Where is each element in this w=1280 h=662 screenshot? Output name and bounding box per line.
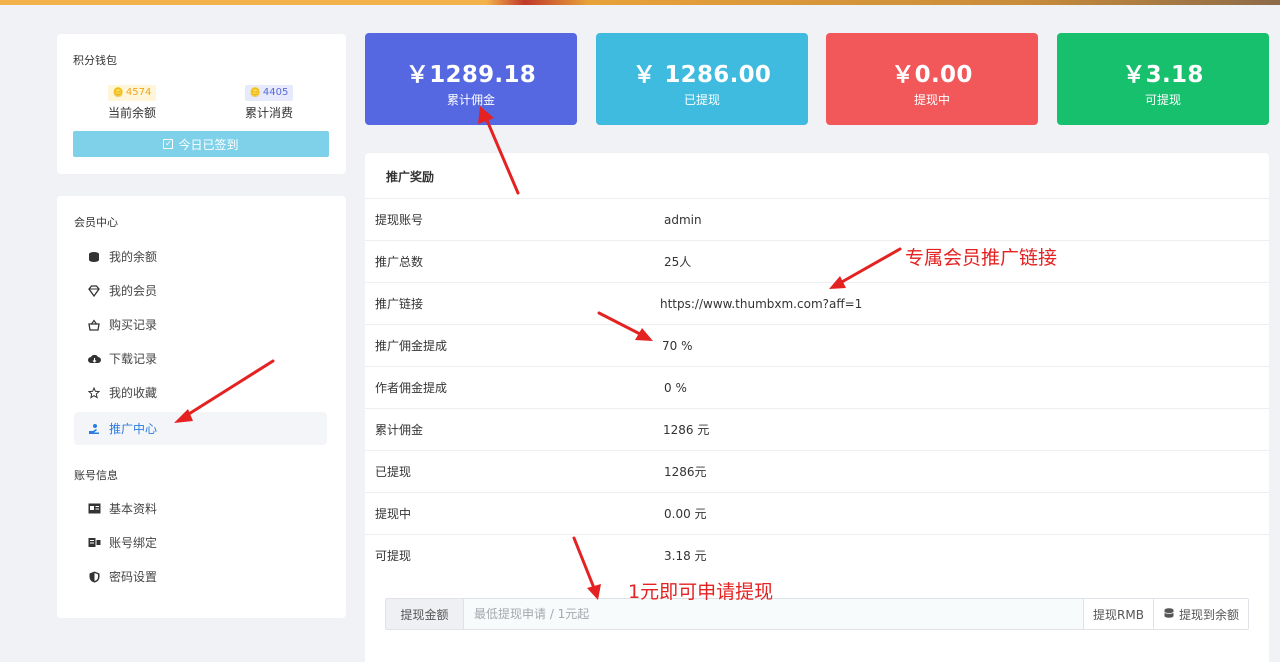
sidebar-item-label: 我的余额: [109, 250, 158, 264]
row-key: 提现账号: [375, 213, 424, 227]
row-value: 1286 元: [663, 423, 710, 437]
sidebar-item-label: 购买记录: [109, 318, 158, 332]
spent-stat: 🪙 4405 累计消费: [214, 80, 324, 121]
promo-link-annotation: 专属会员推广链接: [905, 247, 1058, 269]
balance-badge: 🪙 4574: [107, 85, 157, 101]
sidebar-item-balance[interactable]: 我的余额: [74, 240, 327, 273]
row-key: 已提现: [375, 465, 412, 479]
sidebar-item-favorites[interactable]: 我的收藏: [74, 376, 327, 409]
signin-label: 今日已签到: [178, 137, 239, 152]
table-row: 提现中 0.00 元: [365, 492, 1269, 534]
sidebar-item-label: 推广中心: [109, 422, 158, 436]
shield-icon: [87, 570, 101, 584]
coins-icon: 🪙: [112, 88, 124, 98]
tile-label: 可提现: [1144, 93, 1181, 107]
tile-label: 已提现: [683, 93, 720, 107]
withdraw-form: 提现金额 提现RMB 提现到余额: [385, 598, 1249, 630]
row-key: 推广佣金提成: [375, 339, 448, 353]
table-row: 累计佣金 1286 元: [365, 408, 1269, 450]
sidebar-item-label: 我的会员: [109, 284, 158, 298]
table-row: 推广佣金提成 70 %: [365, 324, 1269, 366]
promotion-rewards-panel: 推广奖励 提现账号 admin 推广总数 25人 推广链接 https://ww…: [365, 153, 1269, 662]
signin-button[interactable]: ✓ 今日已签到: [73, 131, 329, 157]
sidebar-item-purchases[interactable]: 购买记录: [74, 308, 327, 341]
balance-label: 当前余额: [107, 106, 156, 120]
sidebar-item-profile[interactable]: 基本资料: [74, 492, 327, 525]
row-key: 可提现: [375, 549, 412, 563]
row-value: 3.18 元: [664, 549, 707, 563]
tile-withdrawn: ￥ 1286.00 已提现: [596, 33, 808, 125]
sidebar-item-downloads[interactable]: 下载记录: [74, 342, 327, 375]
row-key: 作者佣金提成: [375, 381, 448, 395]
table-row: 作者佣金提成 0 %: [365, 366, 1269, 408]
balance-value: 4574: [125, 87, 152, 98]
balance-stat: 🪙 4574 当前余额: [77, 80, 187, 121]
basket-icon: [87, 318, 101, 332]
row-key: 推广总数: [375, 255, 424, 269]
cloud-download-icon: [87, 352, 101, 366]
tile-amount: ￥3.18: [1122, 62, 1204, 88]
checkbox-icon: ✓: [163, 139, 174, 149]
tile-label: 累计佣金: [446, 93, 495, 107]
row-key: 推广链接: [375, 297, 424, 311]
min-withdraw-annotation: 1元即可申请提现: [628, 581, 774, 603]
wallet-icon: [87, 250, 101, 264]
sidebar-item-promotion[interactable]: 推广中心: [74, 412, 327, 445]
withdraw-rmb-button[interactable]: 提现RMB: [1083, 599, 1153, 629]
button-label: 提现RMB: [1093, 607, 1144, 622]
account-section-title: 账号信息: [74, 469, 118, 482]
sidebar-item-binding[interactable]: 账号绑定: [74, 526, 327, 559]
promotion-link[interactable]: https://www.thumbxm.com?aff=1: [660, 297, 862, 311]
tile-withdrawable: ￥3.18 可提现: [1057, 33, 1269, 125]
row-value: 25人: [664, 255, 692, 269]
tile-amount: ￥0.00: [891, 62, 973, 88]
tile-label: 提现中: [913, 93, 950, 107]
table-row: 推广链接 https://www.thumbxm.com?aff=1: [365, 282, 1269, 324]
panel-title: 推广奖励: [386, 170, 435, 184]
table-row: 提现账号 admin: [365, 198, 1269, 240]
sidebar-menu: 会员中心 我的余额 我的会员 购买记录 下载记录 我的收藏 推广中心 账号信息 …: [57, 196, 346, 618]
sidebar-item-label: 账号绑定: [109, 536, 158, 550]
tile-amount: ￥ 1286.00: [632, 62, 772, 88]
withdraw-to-balance-button[interactable]: 提现到余额: [1152, 599, 1248, 629]
row-value: 1286元: [664, 465, 707, 479]
tile-withdrawing: ￥0.00 提现中: [826, 33, 1038, 125]
button-label: 提现到余额: [1178, 607, 1239, 622]
row-key: 累计佣金: [375, 423, 424, 437]
coins-icon: [1163, 607, 1175, 622]
link-icon: [87, 536, 101, 550]
sidebar-item-label: 我的收藏: [109, 386, 158, 400]
spent-label: 累计消费: [244, 106, 293, 120]
sidebar-item-membership[interactable]: 我的会员: [74, 274, 327, 307]
diamond-icon: [87, 284, 101, 298]
star-icon: [87, 386, 101, 400]
coins-icon: 🪙: [249, 88, 261, 98]
spent-value: 4405: [262, 87, 289, 98]
row-value: 0 %: [664, 380, 687, 395]
withdraw-amount-input[interactable]: [464, 599, 1084, 629]
wallet-title: 积分钱包: [73, 54, 117, 67]
row-value: admin: [664, 212, 702, 227]
id-card-icon: [87, 502, 101, 516]
share-icon: [87, 422, 101, 436]
withdraw-amount-label: 提现金额: [386, 599, 464, 629]
tile-total-commission: ￥1289.18 累计佣金: [365, 33, 577, 125]
sidebar-item-label: 下载记录: [109, 352, 158, 366]
top-banner-strip: [0, 0, 1280, 5]
row-value: 70 %: [662, 338, 693, 353]
sidebar-item-label: 基本资料: [109, 502, 158, 516]
table-row: 已提现 1286元: [365, 450, 1269, 492]
spent-badge: 🪙 4405: [244, 85, 294, 101]
table-row: 推广总数 25人: [365, 240, 1269, 282]
points-wallet-card: 积分钱包 🪙 4574 当前余额 🪙 4405 累计消费 ✓ 今日已签到: [57, 34, 346, 174]
table-row: 可提现 3.18 元: [365, 534, 1269, 576]
row-key: 提现中: [375, 507, 412, 521]
sidebar-item-password[interactable]: 密码设置: [74, 560, 327, 593]
tile-amount: ￥1289.18: [405, 62, 537, 88]
member-section-title: 会员中心: [74, 216, 118, 229]
row-value: 0.00 元: [664, 507, 707, 521]
sidebar-item-label: 密码设置: [109, 570, 158, 584]
